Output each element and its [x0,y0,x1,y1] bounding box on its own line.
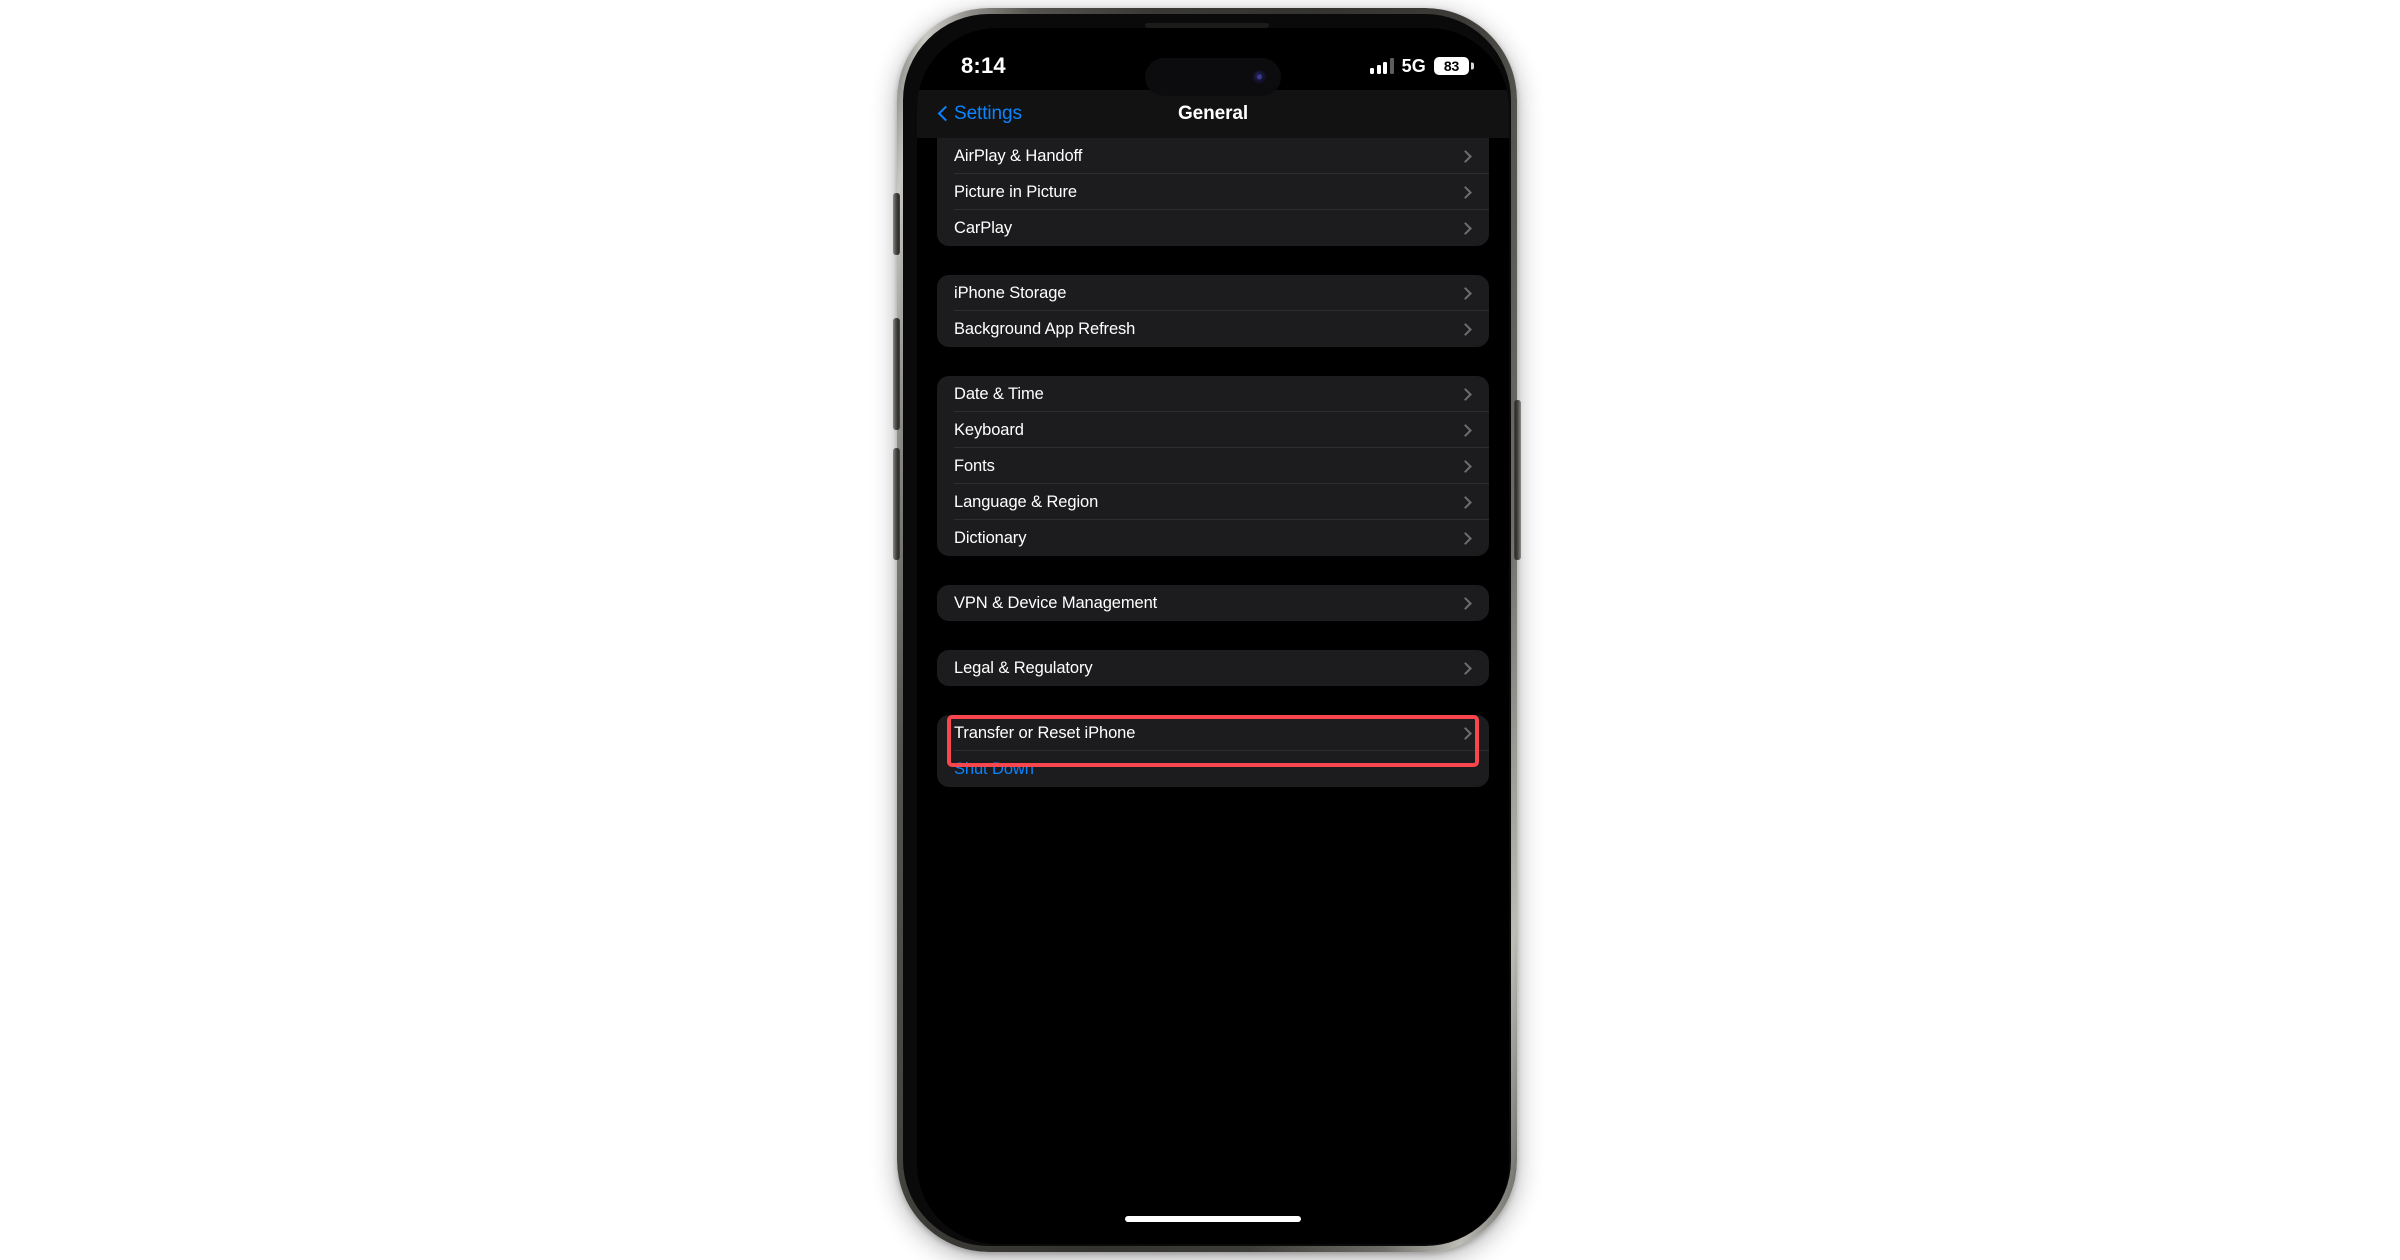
settings-row-label: Dictionary [954,528,1027,547]
settings-group-wrapper: VPN & Device Management [937,585,1489,621]
settings-row-label: Transfer or Reset iPhone [954,723,1136,742]
settings-group-wrapper: Transfer or Reset iPhone Shut Down [937,715,1489,787]
settings-row[interactable]: Shut Down [937,751,1489,787]
settings-row-label: Background App Refresh [954,319,1136,338]
chevron-right-icon [1459,596,1472,610]
chevron-right-icon [1459,495,1472,509]
home-indicator[interactable] [1125,1216,1301,1222]
chevron-right-icon [1459,726,1472,740]
settings-row[interactable]: CarPlay [937,210,1489,246]
settings-row[interactable]: Transfer or Reset iPhone [937,715,1489,751]
settings-row[interactable]: Legal & Regulatory [937,650,1489,686]
network-type-label: 5G [1401,55,1426,76]
power-button[interactable] [1514,400,1521,560]
front-camera-icon [1253,70,1266,84]
settings-row-label: Keyboard [954,420,1024,439]
chevron-right-icon [1459,459,1472,473]
volume-down-button[interactable] [893,448,900,560]
settings-row-label: Date & Time [954,384,1044,403]
settings-group-legal-group: Legal & Regulatory [937,650,1489,686]
settings-list[interactable]: AirPlay & Handoff Picture in Picture CarPl… [917,138,1509,1244]
settings-group-localization-group: Date & Time Keyboard Fonts Language & Regio… [937,376,1489,556]
cellular-signal-icon [1370,58,1394,74]
settings-row-label: AirPlay & Handoff [954,146,1083,165]
battery-percent-label: 83 [1443,58,1460,74]
status-bar-time: 8:14 [961,53,1006,78]
dynamic-island[interactable] [1145,58,1281,96]
settings-row[interactable]: Picture in Picture [937,174,1489,210]
settings-row-label: Language & Region [954,492,1099,511]
chevron-right-icon [1459,221,1472,235]
settings-row-label: Picture in Picture [954,182,1077,201]
chevron-left-icon [937,104,949,124]
settings-row[interactable]: iPhone Storage [937,275,1489,311]
settings-row[interactable]: Keyboard [937,412,1489,448]
settings-row-label: iPhone Storage [954,283,1067,302]
settings-group-storage-group: iPhone Storage Background App Refresh [937,275,1489,347]
chevron-right-icon [1459,531,1472,545]
settings-row[interactable]: VPN & Device Management [937,585,1489,621]
phone-screen: 8:14 5G 83 Settings General AirPlay & Ha… [917,28,1509,1244]
settings-row[interactable]: Fonts [937,448,1489,484]
settings-group-media-group: AirPlay & Handoff Picture in Picture CarPl… [937,138,1489,246]
volume-up-button[interactable] [893,318,900,430]
chevron-right-icon [1459,423,1472,437]
settings-row-label: VPN & Device Management [954,593,1158,612]
chevron-right-icon [1459,185,1472,199]
phone-bezel: 8:14 5G 83 Settings General AirPlay & Ha… [903,14,1511,1246]
settings-row-label: CarPlay [954,218,1012,237]
settings-row[interactable]: Language & Region [937,484,1489,520]
chevron-right-icon [1459,322,1472,336]
settings-row[interactable]: AirPlay & Handoff [937,138,1489,174]
settings-row[interactable]: Dictionary [937,520,1489,556]
action-button[interactable] [893,193,900,255]
settings-row[interactable]: Date & Time [937,376,1489,412]
chevron-right-icon [1459,661,1472,675]
screenshot-canvas: 8:14 5G 83 Settings General AirPlay & Ha… [0,0,2400,1260]
chevron-right-icon [1459,387,1472,401]
navigation-bar: Settings General [917,90,1509,138]
back-button-label: Settings [954,103,1022,124]
settings-group-wrapper: iPhone Storage Background App Refresh [937,275,1489,347]
status-bar-indicators: 5G 83 [1370,56,1469,77]
settings-group-vpn-group: VPN & Device Management [937,585,1489,621]
settings-group-wrapper: AirPlay & Handoff Picture in Picture CarPl… [937,138,1489,246]
settings-group-wrapper: Date & Time Keyboard Fonts Language & Regio… [937,376,1489,556]
settings-row-label: Shut Down [954,759,1034,778]
chevron-right-icon [1459,286,1472,300]
settings-row-label: Fonts [954,456,995,475]
settings-group-wrapper: Legal & Regulatory [937,650,1489,686]
iphone-device-frame: 8:14 5G 83 Settings General AirPlay & Ha… [893,8,1521,1252]
settings-row[interactable]: Background App Refresh [937,311,1489,347]
settings-group-reset-group: Transfer or Reset iPhone Shut Down [937,715,1489,787]
battery-icon: 83 [1434,57,1469,75]
settings-row-label: Legal & Regulatory [954,658,1093,677]
chevron-right-icon [1459,149,1472,163]
back-button[interactable]: Settings [937,103,1022,125]
